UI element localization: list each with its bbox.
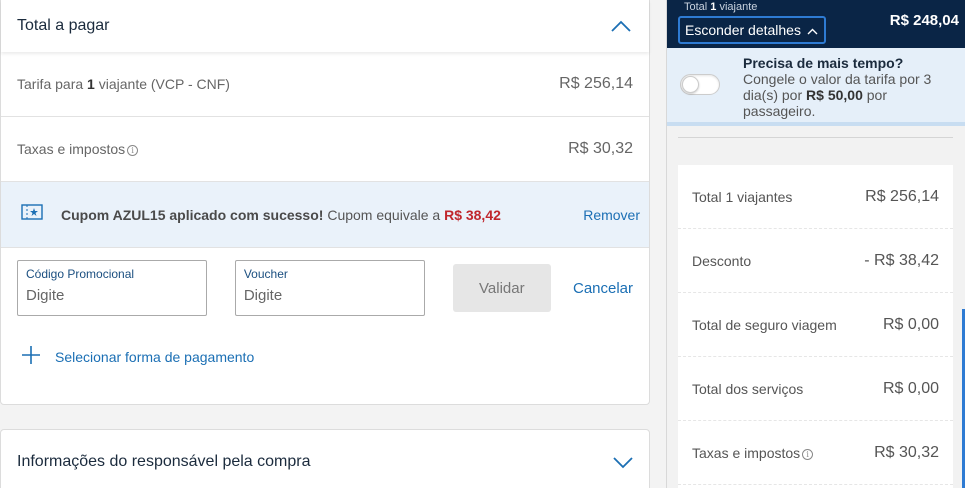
voucher-field[interactable]: Voucher <box>234 260 425 316</box>
summary-value: R$ 30,32 <box>874 443 939 461</box>
payment-title: Total a pagar <box>17 17 110 34</box>
ticket-icon <box>21 204 43 225</box>
coupon-banner: Cupom AZUL15 aplicado com sucesso! Cupom… <box>1 182 649 248</box>
payment-card: Total a pagar Tarifa para 1 viajante (VC… <box>0 0 650 405</box>
hide-details-button[interactable]: Esconder detalhes <box>678 16 826 44</box>
summary-value: R$ 256,14 <box>865 187 939 205</box>
fare-row: Tarifa para 1 viajante (VCP - CNF) R$ 25… <box>1 52 649 117</box>
taxes-value: R$ 30,32 <box>568 140 633 157</box>
cancel-link[interactable]: Cancelar <box>573 280 633 297</box>
select-payment-link[interactable]: Selecionar forma de pagamento <box>1 328 649 386</box>
promo-code-field[interactable]: Código Promocional <box>17 260 207 316</box>
summary-label: Total de seguro viagem <box>692 316 837 333</box>
summary-row: Taxas e impostos i R$ 30,32 <box>678 421 953 485</box>
responsible-card[interactable]: Informações do responsável pela compra <box>0 429 650 488</box>
divider <box>678 137 953 138</box>
chevron-down-icon[interactable] <box>613 453 633 469</box>
summary-row: Desconto - R$ 38,42 <box>678 229 953 293</box>
summary-row: Total 1 viajantes R$ 256,14 <box>678 165 953 229</box>
freeze-fare-box: Precisa de mais tempo? Congele o valor d… <box>667 48 965 126</box>
summary-row: Total de seguro viagem R$ 0,00 <box>678 293 953 357</box>
voucher-label: Voucher <box>243 267 288 281</box>
chevron-up-icon <box>807 22 818 38</box>
hide-details-label: Esconder detalhes <box>685 22 801 38</box>
total-value: R$ 248,04 <box>889 12 959 29</box>
taxes-label: Taxas e impostos i <box>17 141 139 157</box>
payment-card-header[interactable]: Total a pagar <box>1 0 649 52</box>
summary-value: - R$ 38,42 <box>864 251 939 269</box>
summary-label: Total dos serviços <box>692 380 804 397</box>
summary-value: R$ 0,00 <box>882 379 939 397</box>
info-icon[interactable]: i <box>127 145 139 156</box>
validate-button[interactable]: Validar <box>452 264 551 312</box>
remove-coupon-link[interactable]: Remover <box>583 207 640 223</box>
promo-code-input[interactable] <box>26 287 198 304</box>
summary-row: Total dos serviços R$ 0,00 <box>678 357 953 421</box>
promo-code-label: Código Promocional <box>26 267 135 281</box>
voucher-input[interactable] <box>243 287 416 304</box>
summary-value: R$ 0,00 <box>882 315 939 333</box>
taxes-row: Taxas e impostos i R$ 30,32 <box>1 117 649 182</box>
freeze-description: Congele o valor da tarifa por 3 dia(s) p… <box>743 71 932 119</box>
summary-label: Desconto <box>692 252 752 269</box>
fare-label: Tarifa para 1 viajante (VCP - CNF) <box>17 76 230 92</box>
info-icon[interactable]: i <box>802 448 814 460</box>
freeze-fare-toggle[interactable] <box>680 74 720 95</box>
summary-sidebar: Total 1 viajante Esconder detalhes R$ 24… <box>666 0 965 488</box>
freeze-fare-text: Precisa de mais tempo? Congele o valor d… <box>743 55 953 119</box>
select-payment-label: Selecionar forma de pagamento <box>55 349 255 365</box>
summary-label: Taxas e impostos i <box>692 445 814 461</box>
freeze-title: Precisa de mais tempo? <box>743 55 904 71</box>
total-bar: Total 1 viajante Esconder detalhes R$ 24… <box>667 0 965 48</box>
responsible-title: Informações do responsável pela compra <box>17 453 311 470</box>
toggle-knob <box>682 76 699 93</box>
summary-label: Total 1 viajantes <box>692 188 793 205</box>
total-travelers-label: Total 1 viajante <box>684 1 758 13</box>
promo-section: Código Promocional Voucher Validar Cance… <box>1 248 649 328</box>
chevron-up-icon[interactable] <box>611 20 631 32</box>
coupon-message: Cupom AZUL15 aplicado com sucesso! Cupom… <box>61 206 501 223</box>
plus-icon <box>21 345 41 370</box>
fare-value: R$ 256,14 <box>559 75 633 92</box>
price-summary: Total 1 viajantes R$ 256,14 Desconto - R… <box>678 165 953 488</box>
